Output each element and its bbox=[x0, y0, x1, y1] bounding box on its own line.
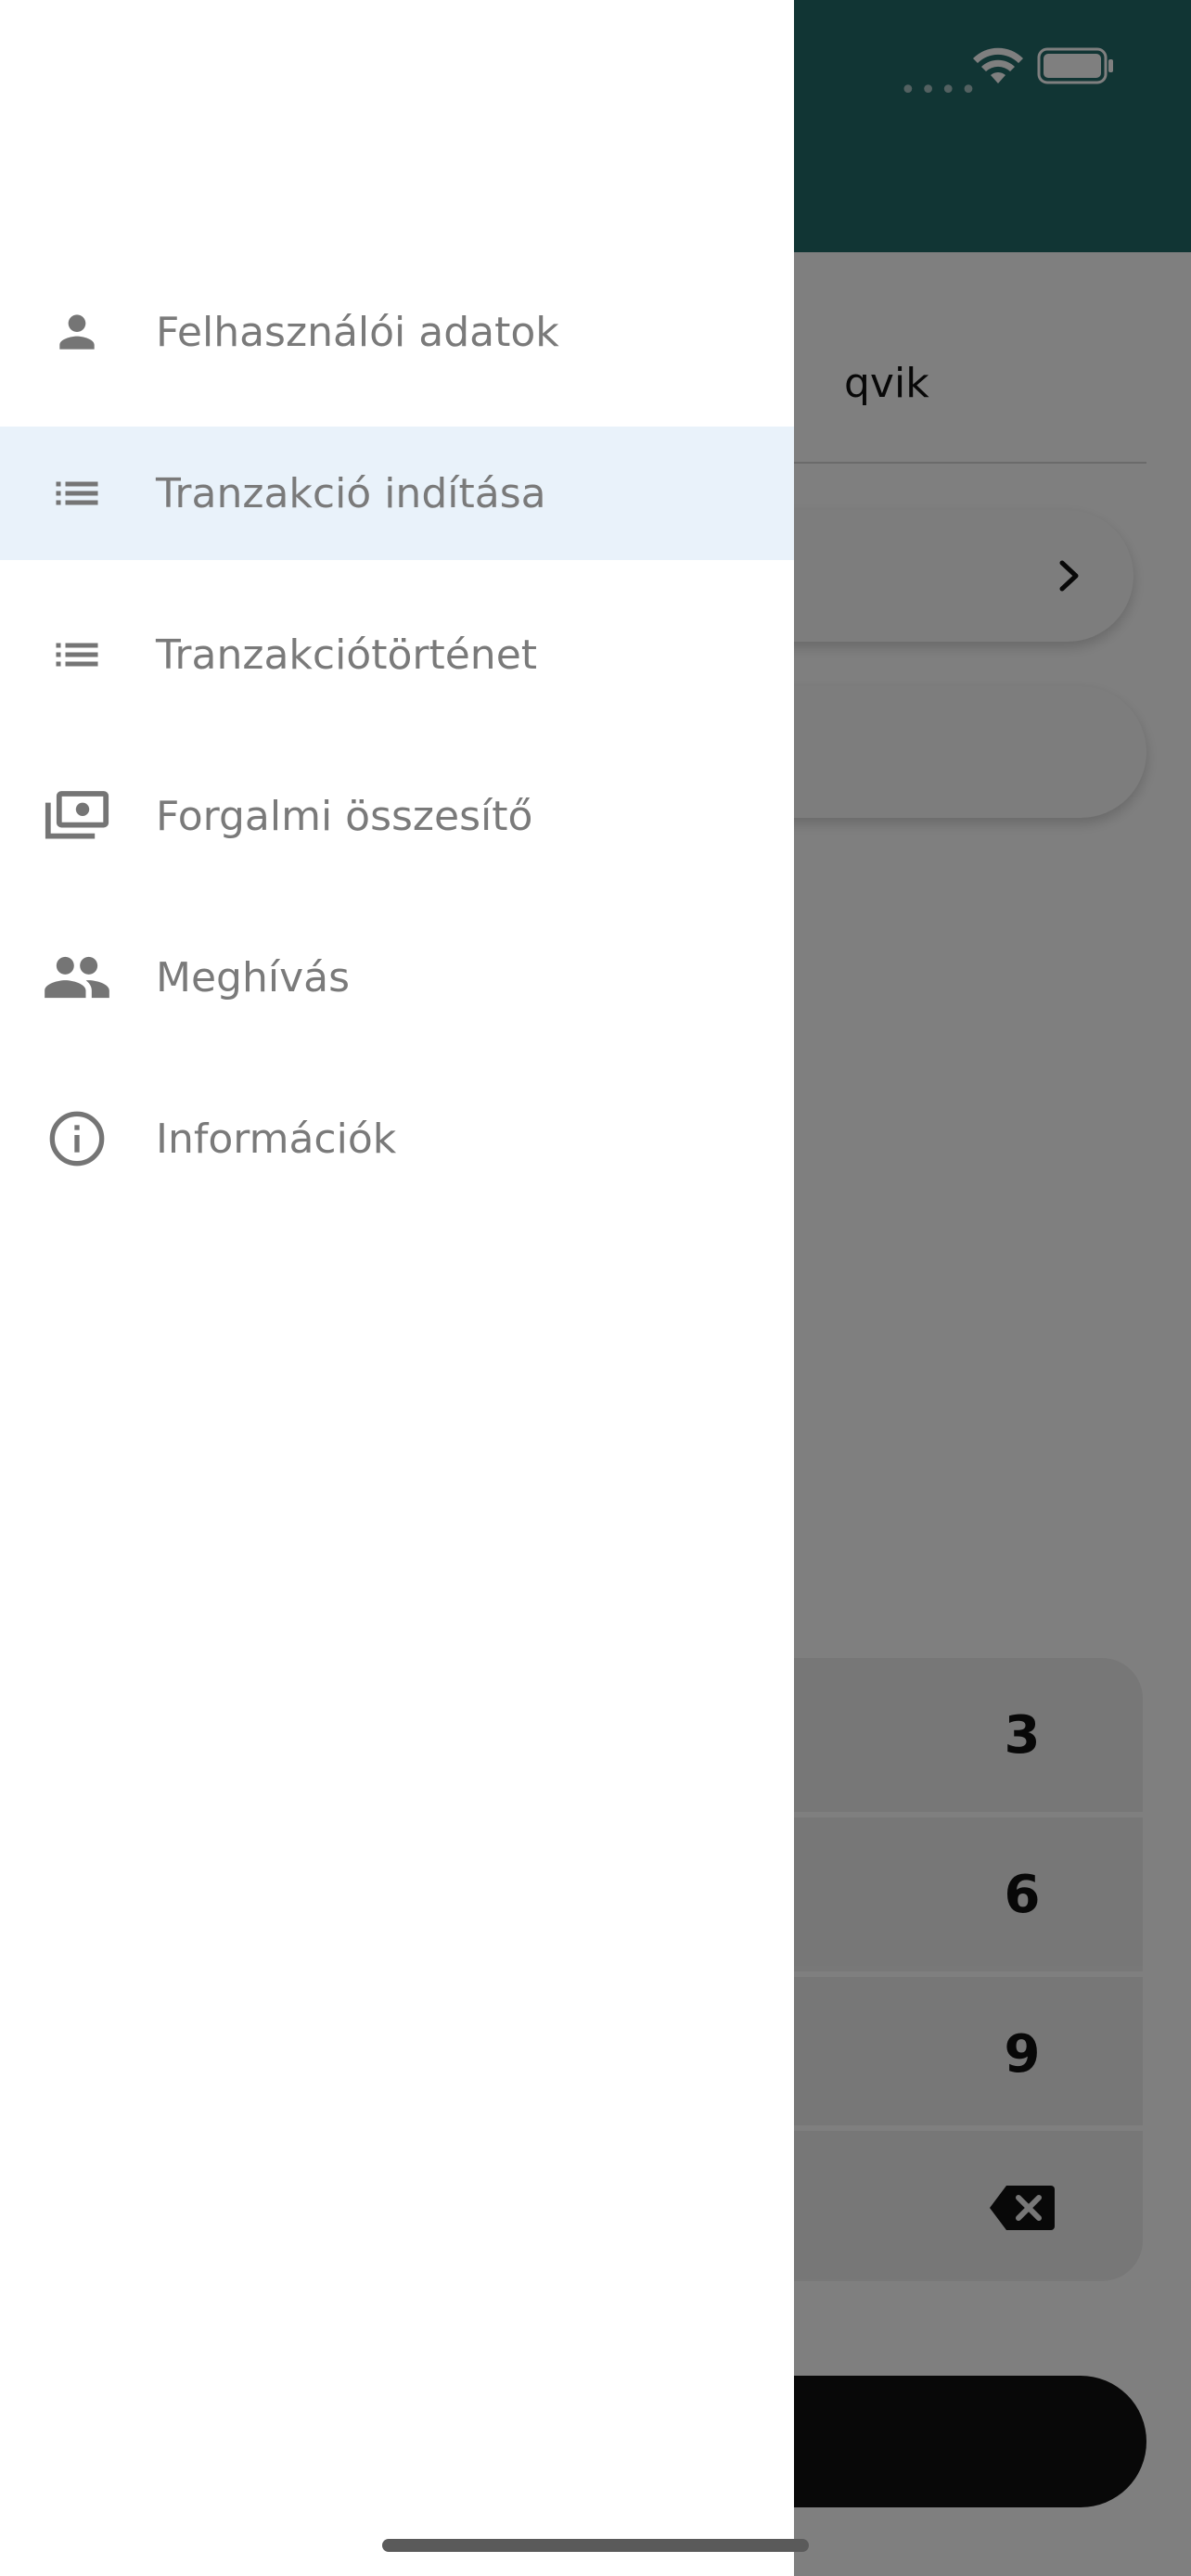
menu-item-start-transaction[interactable]: Tranzakció indítása bbox=[0, 427, 794, 560]
menu-item-label: Információk bbox=[156, 1115, 397, 1163]
menu-item-information[interactable]: Információk bbox=[0, 1072, 794, 1205]
menu-item-label: Forgalmi összesítő bbox=[156, 792, 533, 840]
menu-item-user-data[interactable]: Felhasználói adatok bbox=[0, 265, 794, 399]
menu-item-label: Felhasználói adatok bbox=[156, 308, 559, 356]
navigation-drawer: Felhasználói adatok Tranzakció indítása … bbox=[0, 0, 794, 2576]
menu-item-invite[interactable]: Meghívás bbox=[0, 911, 794, 1044]
menu-item-label: Tranzakciótörténet bbox=[156, 631, 538, 679]
list-icon bbox=[41, 618, 113, 691]
menu-item-transaction-history[interactable]: Tranzakciótörténet bbox=[0, 588, 794, 721]
people-icon bbox=[41, 941, 113, 1014]
list-icon bbox=[41, 457, 113, 529]
menu-item-label: Meghívás bbox=[156, 953, 350, 1001]
info-icon bbox=[41, 1103, 113, 1175]
menu-item-turnover-summary[interactable]: Forgalmi összesítő bbox=[0, 749, 794, 883]
home-indicator[interactable] bbox=[382, 2539, 809, 2552]
payments-icon bbox=[41, 780, 113, 852]
menu-item-label: Tranzakció indítása bbox=[156, 469, 546, 517]
person-icon bbox=[41, 296, 113, 368]
